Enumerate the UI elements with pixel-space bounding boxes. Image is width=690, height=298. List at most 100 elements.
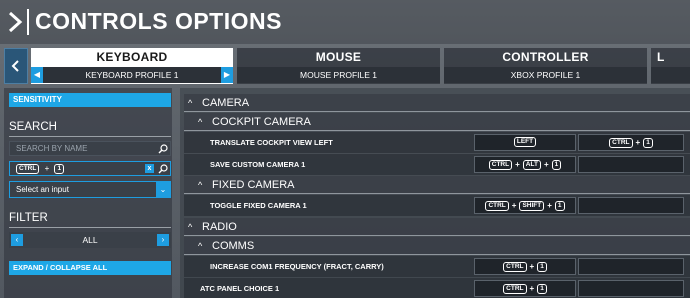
binding-slot-secondary[interactable]	[578, 156, 684, 173]
tab-mouse-label: MOUSE	[315, 50, 362, 64]
filter-divider	[9, 227, 171, 228]
chevron-down-icon[interactable]: ⌄	[156, 182, 170, 197]
tab-controller-label: CONTROLLER	[502, 50, 589, 64]
binding-slot-secondary[interactable]: CTRL +1	[578, 134, 684, 151]
key-1: 1	[537, 261, 547, 272]
key-alt: ALT	[522, 159, 541, 170]
key-ctrl: CTRL	[488, 159, 513, 170]
action-row[interactable]: SAVE CUSTOM CAMERA 1 CTRL + ALT +1	[184, 154, 690, 175]
key-shift: SHIFT	[519, 200, 545, 211]
collapse-caret-icon: ^	[188, 222, 193, 232]
binding-slot-secondary[interactable]	[578, 258, 684, 275]
profile-prev-arrow-icon[interactable]: ◀	[31, 67, 43, 83]
header-divider	[27, 9, 29, 35]
key-1: 1	[537, 283, 547, 294]
sidebar: SENSITIVITY SEARCH SEARCH BY NAME CTRL +…	[4, 88, 172, 298]
clear-icon[interactable]: x	[145, 164, 154, 173]
keyboard-profile-label: KEYBOARD PROFILE 1	[85, 70, 179, 80]
profile-next-arrow-icon[interactable]: ▶	[221, 67, 233, 83]
search-input[interactable]: SEARCH BY NAME	[9, 141, 171, 156]
filter-heading: FILTER	[9, 212, 48, 224]
filter-selector[interactable]: ‹ ALL ›	[9, 232, 171, 248]
search-divider	[9, 136, 171, 137]
action-row[interactable]: TRANSLATE COCKPIT VIEW LEFT LEFT CTRL +1	[184, 132, 690, 153]
action-row[interactable]: ATC PANEL CHOICE 1 CTRL +1	[184, 278, 690, 298]
tab-controller[interactable]: CONTROLLER XBOX PROFILE 1	[444, 48, 647, 84]
key-ctrl: CTRL	[16, 163, 40, 174]
chevron-logo-icon	[8, 11, 23, 33]
key-left: LEFT	[513, 137, 537, 148]
binding-slot-primary[interactable]: CTRL + SHIFT +1	[474, 197, 576, 214]
subcategory-fixed-camera-label: FIXED CAMERA	[212, 179, 295, 191]
tab-mouse[interactable]: MOUSE MOUSE PROFILE 1	[237, 48, 440, 84]
subcategory-comms[interactable]: ^ COMMS	[184, 237, 690, 255]
filter-value: ALL	[82, 235, 98, 245]
binding-slot-primary[interactable]: CTRL +1	[474, 258, 576, 275]
search-heading: SEARCH	[9, 121, 57, 133]
key-1: 1	[554, 200, 565, 211]
chevron-left-icon	[11, 60, 19, 72]
search-icon[interactable]	[158, 144, 168, 154]
subcategory-cockpit-camera[interactable]: ^ COCKPIT CAMERA	[184, 113, 690, 131]
plus-sign: +	[511, 201, 517, 210]
filter-prev-arrow-icon[interactable]: ‹	[11, 234, 23, 246]
key-1: 1	[54, 163, 65, 174]
action-label: SAVE CUSTOM CAMERA 1	[210, 160, 306, 169]
binding-slot-secondary[interactable]	[578, 197, 684, 214]
action-label: ATC PANEL CHOICE 1	[200, 284, 280, 293]
binding-slot-primary[interactable]: CTRL +1	[474, 280, 576, 297]
tab-partial[interactable]: L	[651, 48, 690, 84]
binding-slot-primary[interactable]: CTRL + ALT +1	[474, 156, 576, 173]
collapse-caret-icon: ^	[198, 117, 203, 127]
key-1: 1	[643, 137, 653, 148]
subcategory-comms-label: COMMS	[212, 240, 255, 252]
action-row[interactable]: INCREASE COM1 FREQUENCY (FRACT, CARRY) C…	[184, 256, 690, 277]
action-label: TOGGLE FIXED CAMERA 1	[210, 201, 307, 210]
back-button[interactable]	[4, 48, 28, 84]
page-title: CONTROLS OPTIONS	[35, 8, 282, 34]
expand-collapse-button[interactable]: EXPAND / COLLAPSE ALL	[9, 261, 171, 275]
tab-keyboard-label: KEYBOARD	[96, 50, 168, 64]
plus-sign: +	[543, 160, 549, 169]
controller-profile-label: XBOX PROFILE 1	[444, 67, 647, 83]
subcategory-fixed-camera[interactable]: ^ FIXED CAMERA	[184, 176, 690, 194]
action-row[interactable]: TOGGLE FIXED CAMERA 1 CTRL + SHIFT +1	[184, 195, 690, 216]
key-ctrl: CTRL	[503, 283, 527, 294]
plus-sign: +	[529, 262, 535, 271]
action-label: INCREASE COM1 FREQUENCY (FRACT, CARRY)	[210, 262, 384, 271]
plus-sign: +	[529, 284, 535, 293]
search-icon[interactable]	[158, 164, 168, 174]
tab-keyboard[interactable]: KEYBOARD ◀ KEYBOARD PROFILE 1 ▶	[31, 48, 233, 84]
sensitivity-button[interactable]: SENSITIVITY	[9, 93, 171, 107]
collapse-caret-icon: ^	[198, 180, 203, 190]
mouse-profile-label: MOUSE PROFILE 1	[237, 67, 440, 83]
keyboard-profile-selector[interactable]: ◀ KEYBOARD PROFILE 1 ▶	[31, 67, 233, 83]
select-input-dropdown[interactable]: Select an input ⌄	[9, 181, 171, 198]
filter-next-arrow-icon[interactable]: ›	[157, 234, 169, 246]
plus-sign: +	[515, 160, 520, 169]
key-ctrl: CTRL	[503, 261, 527, 272]
tab-partial-sub	[651, 67, 690, 83]
bindings-list: ^ CAMERA ^ COCKPIT CAMERA TRANSLATE COCKPI…	[180, 88, 690, 298]
category-camera[interactable]: ^ CAMERA	[184, 94, 690, 112]
category-camera-label: CAMERA	[202, 97, 250, 109]
category-radio[interactable]: ^ RADIO	[184, 218, 690, 236]
key-1: 1	[551, 159, 562, 170]
binding-slot-primary[interactable]: LEFT	[474, 134, 576, 151]
tab-partial-label: L	[657, 50, 665, 64]
plus-sign: +	[547, 201, 552, 210]
key-ctrl: CTRL	[485, 200, 509, 211]
binding-slot-secondary[interactable]	[578, 280, 684, 297]
input-search-field[interactable]: CTRL + 1 x	[9, 161, 171, 176]
select-input-value: Select an input	[16, 185, 69, 194]
collapse-caret-icon: ^	[188, 98, 193, 108]
header-bar: CONTROLS OPTIONS	[0, 0, 690, 44]
key-ctrl: CTRL	[609, 137, 633, 148]
search-placeholder: SEARCH BY NAME	[16, 144, 88, 153]
action-label: TRANSLATE COCKPIT VIEW LEFT	[210, 138, 333, 147]
collapse-caret-icon: ^	[198, 241, 203, 251]
category-radio-label: RADIO	[202, 221, 237, 233]
plus-sign: +	[44, 164, 50, 174]
subcategory-cockpit-camera-label: COCKPIT CAMERA	[212, 116, 311, 128]
plus-sign: +	[635, 138, 641, 147]
